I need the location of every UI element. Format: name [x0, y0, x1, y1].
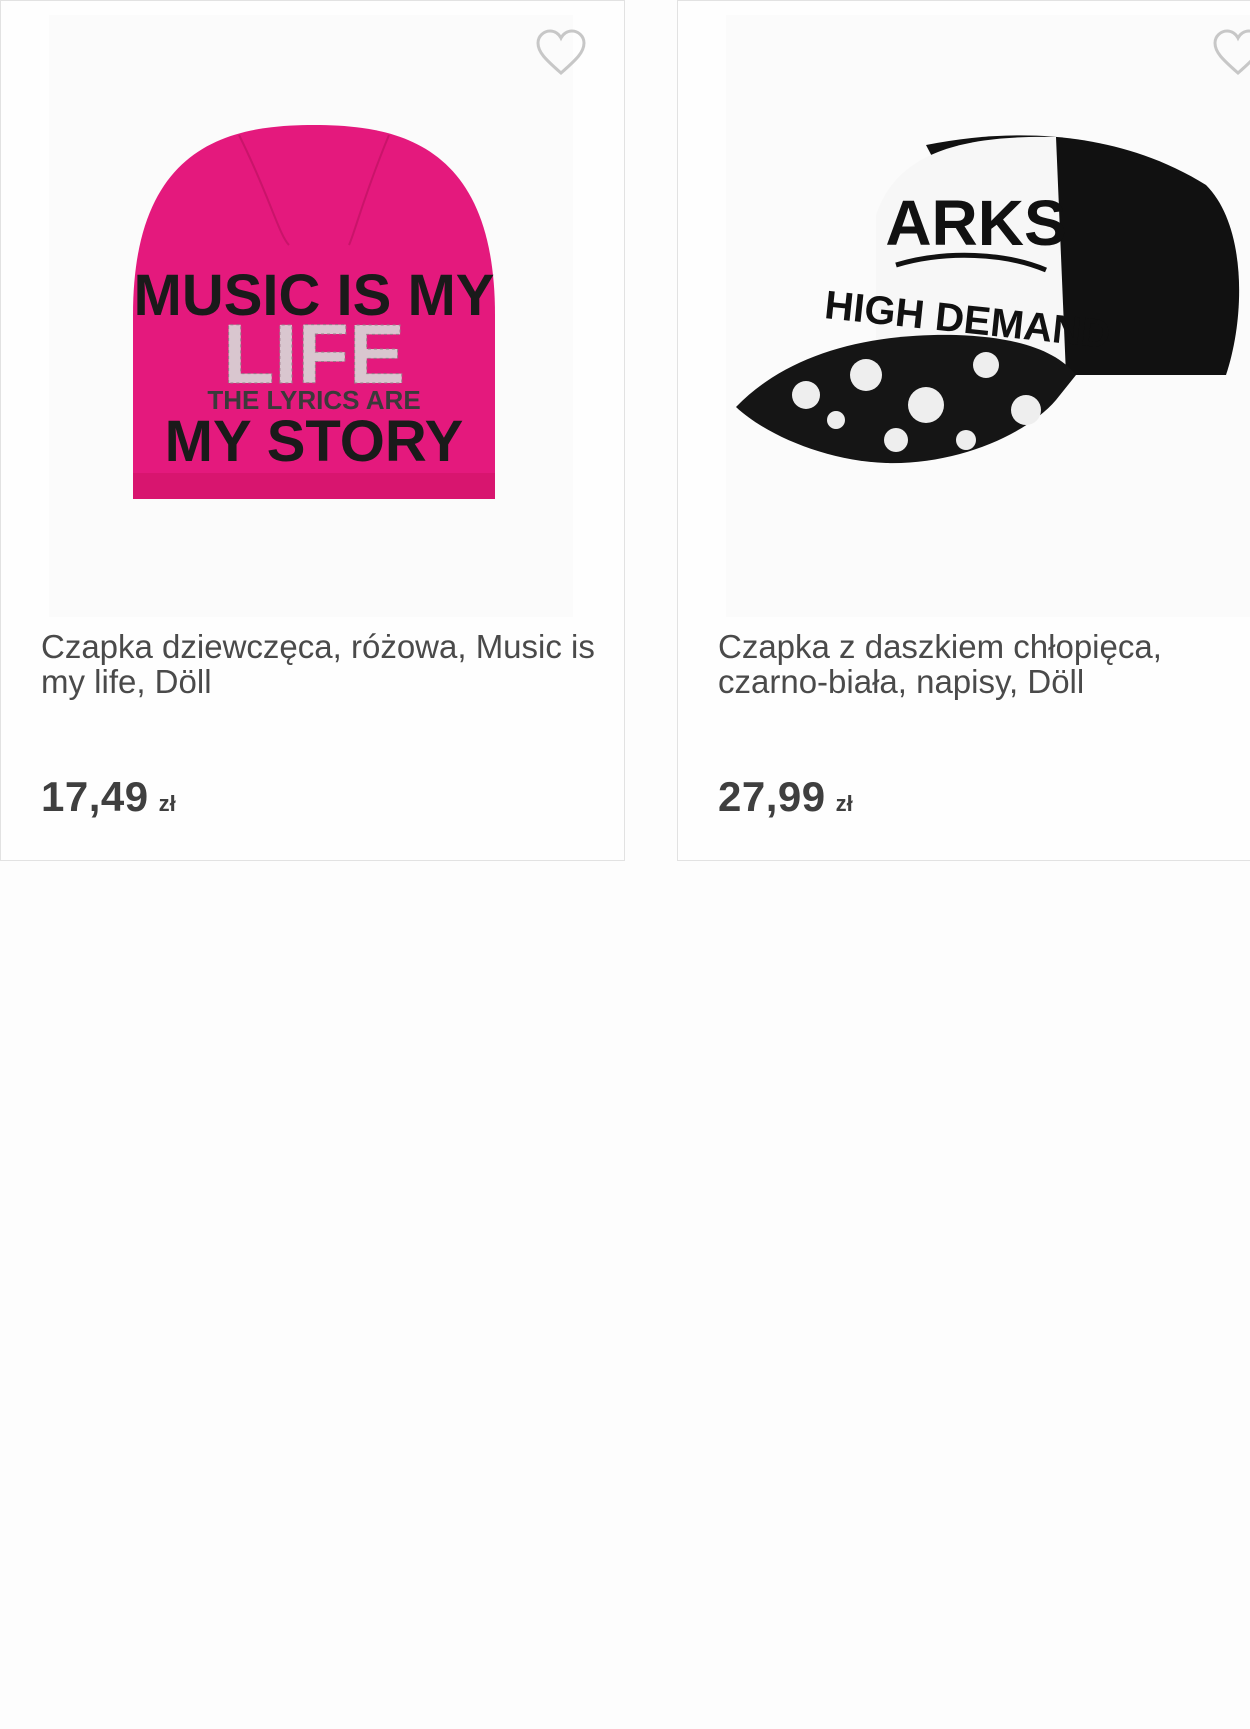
heart-icon[interactable] [535, 29, 587, 77]
heart-icon[interactable] [1212, 29, 1250, 77]
product-price: 27,99 zł [718, 773, 853, 821]
price-currency: zł [158, 791, 176, 816]
product-image[interactable]: MUSIC IS MY LIFE THE LYRICS ARE MY STORY [49, 15, 573, 617]
print-line-1: ARKS [885, 187, 1066, 259]
price-amount: 27,99 [718, 773, 826, 820]
product-title[interactable]: Czapka dziewczęca, różowa, Music is my l… [41, 629, 601, 699]
price-amount: 17,49 [41, 773, 149, 820]
product-title[interactable]: Czapka z daszkiem chłopięca, czarno-biał… [718, 629, 1250, 699]
product-price: 17,49 zł [41, 773, 176, 821]
price-currency: zł [835, 791, 853, 816]
print-line-4: MY STORY [165, 409, 464, 474]
product-card[interactable]: ARKS HIGH DEMAND Czapka z daszkiem chłop… [677, 0, 1250, 861]
product-card[interactable]: MUSIC IS MY LIFE THE LYRICS ARE MY STORY… [0, 0, 625, 861]
product-image[interactable]: ARKS HIGH DEMAND [726, 15, 1250, 617]
